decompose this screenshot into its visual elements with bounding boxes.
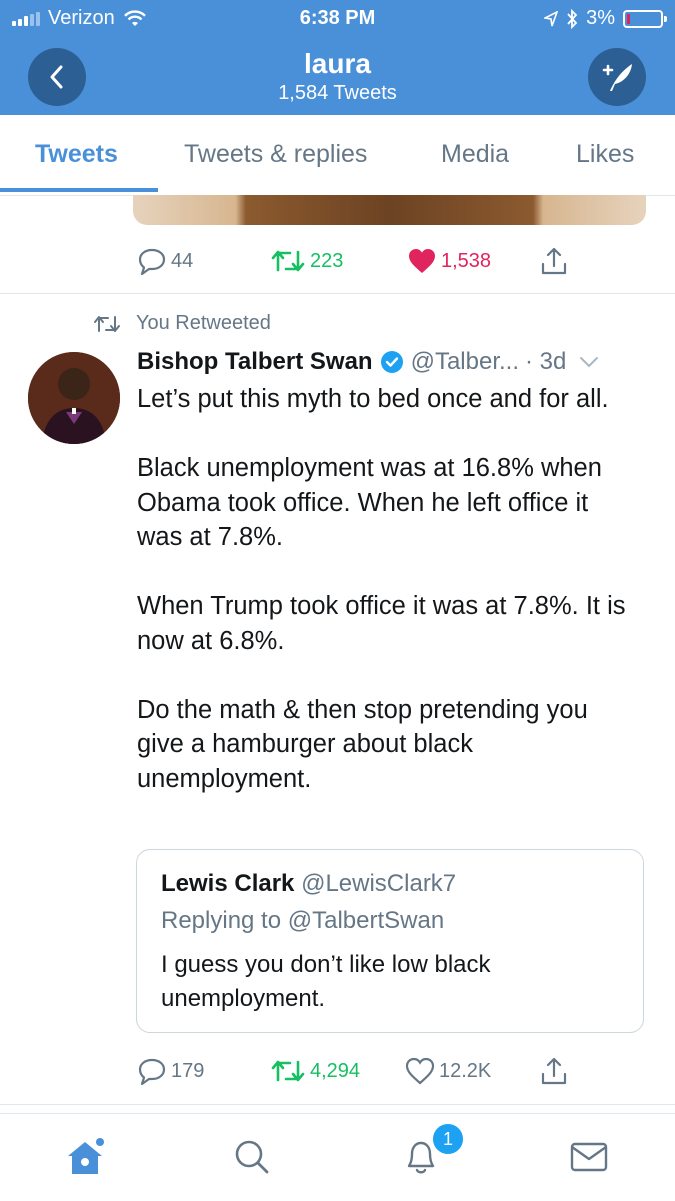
header-title: laura 1,584 Tweets: [0, 48, 675, 106]
home-icon: [68, 1138, 104, 1174]
tweet-count: 1,584 Tweets: [278, 82, 397, 104]
tweet-author: Bishop Talbert Swan @Talber... · 3d: [137, 348, 657, 376]
like-count: 12.2K: [439, 1059, 492, 1082]
location-icon: [544, 10, 559, 26]
active-tab-indicator: [0, 188, 158, 192]
home-tab[interactable]: [64, 1136, 106, 1178]
bottom-nav: [0, 1113, 675, 1201]
envelope-icon: [570, 1142, 608, 1172]
quoted-author-name: Lewis Clark: [161, 870, 295, 897]
reply-button[interactable]: 44: [137, 247, 193, 275]
battery-icon: [623, 9, 667, 28]
retweet-button[interactable]: 4,294: [270, 1058, 360, 1084]
like-button[interactable]: 1,538: [407, 247, 491, 275]
profile-tabs: Tweets Tweets & replies Media Likes: [0, 115, 675, 196]
quoted-author: Lewis Clark @LewisClark7: [161, 870, 456, 898]
retweet-count: 223: [310, 249, 344, 272]
status-bar: Verizon 6:38 PM 3%: [0, 0, 675, 38]
reply-count: 44: [171, 249, 194, 272]
retweet-small-icon: [94, 315, 120, 332]
avatar[interactable]: [28, 352, 120, 444]
author-handle[interactable]: @Talber...: [411, 348, 519, 376]
messages-tab[interactable]: [568, 1136, 610, 1178]
reply-count: 179: [171, 1059, 205, 1082]
share-button[interactable]: [540, 1056, 568, 1086]
share-icon: [541, 1057, 567, 1085]
retweet-button[interactable]: 223: [270, 248, 343, 274]
reply-button[interactable]: 179: [137, 1057, 204, 1085]
battery-percent: 3%: [586, 7, 615, 29]
tab-media[interactable]: Media: [441, 140, 509, 169]
compose-tweet-button[interactable]: [588, 48, 646, 106]
tweet-actions: 179 4,294 12.2K: [135, 1054, 575, 1088]
tweet-timestamp: · 3d: [525, 348, 567, 375]
retweeted-label: You Retweeted: [136, 312, 271, 334]
quoted-replying-to: Replying to @TalbertSwan: [161, 907, 445, 934]
retweeted-context: You Retweeted: [92, 312, 271, 335]
like-count: 1,538: [441, 249, 492, 272]
share-icon: [541, 247, 567, 275]
heart-filled-icon: [409, 249, 435, 273]
heart-outline-icon: [405, 1057, 435, 1085]
tab-likes[interactable]: Likes: [576, 140, 634, 169]
share-button[interactable]: [540, 246, 568, 276]
tweet-media-image[interactable]: [133, 195, 646, 225]
tab-tweets[interactable]: Tweets: [35, 140, 118, 169]
profile-name: laura: [304, 48, 371, 79]
bluetooth-icon: [567, 8, 578, 29]
tab-tweets-and-replies[interactable]: Tweets & replies: [184, 140, 367, 169]
search-tab[interactable]: [231, 1136, 273, 1178]
retweet-icon: [271, 250, 305, 272]
like-button[interactable]: 12.2K: [405, 1057, 491, 1085]
author-name[interactable]: Bishop Talbert Swan: [137, 348, 373, 376]
tweet-text: Let’s put this myth to bed once and for …: [137, 385, 626, 793]
retweet-icon: [271, 1060, 305, 1082]
reply-icon: [138, 248, 166, 275]
profile-header: Verizon 6:38 PM 3% laura 1,584 Tweets: [0, 0, 675, 115]
compose-quill-icon: [602, 64, 632, 91]
chevron-down-icon[interactable]: [578, 355, 600, 369]
quoted-author-handle: @LewisClark7: [301, 870, 457, 897]
search-icon: [235, 1140, 269, 1174]
tweet-divider: [0, 1104, 675, 1105]
prev-tweet-actions: 44 223 1,538: [135, 244, 575, 278]
quoted-tweet-text: I guess you don’t like low black unemplo…: [161, 951, 491, 1012]
avatar-portrait: [28, 352, 120, 444]
reply-icon: [138, 1058, 166, 1085]
tweet-divider: [0, 293, 675, 294]
quoted-tweet[interactable]: Lewis Clark @LewisClark7 Replying to @Ta…: [136, 849, 644, 1033]
retweet-count: 4,294: [310, 1059, 361, 1082]
verified-badge-icon: [380, 351, 403, 373]
notifications-badge: 1: [431, 1122, 465, 1156]
